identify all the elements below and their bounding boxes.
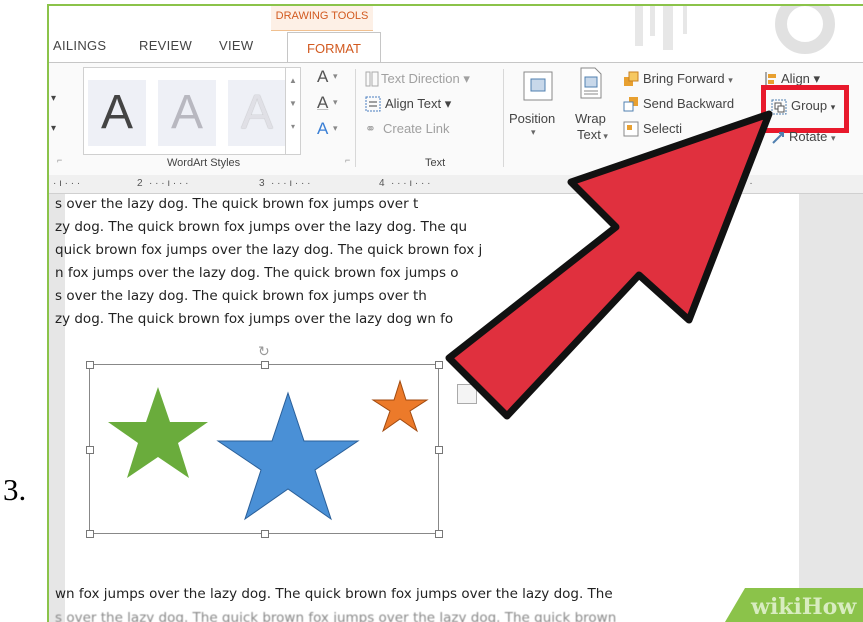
screenshot-frame: DRAWING TOOLS AILINGS REVIEW VIEW FORMAT… (47, 4, 863, 622)
svg-text:wikiHow: wikiHow (750, 594, 857, 620)
step-number: 3. (3, 472, 27, 507)
wikihow-watermark: wikiHow (725, 588, 863, 622)
red-arrow-pointer (445, 110, 773, 420)
